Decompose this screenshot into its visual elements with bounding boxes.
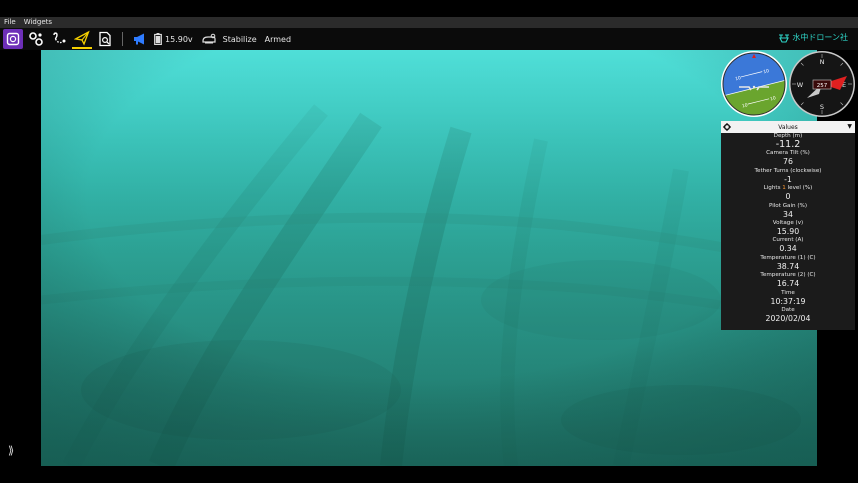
values-widget: Values ▼ Depth (m) -11.2 Camera Tilt (%) 7… [721, 121, 855, 330]
menu-widgets[interactable]: Widgets [24, 17, 52, 28]
flight-mode[interactable]: Stabilize [223, 35, 257, 44]
battery-icon[interactable] [153, 29, 163, 49]
qgc-window: File Widgets 15.90v Stabilize Armed 水中ドロ… [0, 0, 858, 483]
toolbar-separator [122, 32, 123, 46]
top-strip [0, 0, 858, 17]
values-widget-title: Values [778, 123, 798, 131]
value-item-temperature-2: Temperature (2) (C) 16.74 [760, 272, 816, 289]
value-item-date: Date 2020/02/04 [765, 306, 811, 323]
instrument-panel: 10 10 10 10 N S W E 257 [721, 50, 855, 120]
value-item-tether-turns: Tether Turns (clockwise) -1 [754, 167, 822, 184]
values-list: Depth (m) -11.2 Camera Tilt (%) 76 Tether … [721, 133, 855, 324]
brand-text: 水中ドローン社 [792, 33, 848, 42]
value-item-depth: Depth (m) -11.2 [773, 133, 803, 150]
heading-readout: 257 [817, 83, 828, 89]
value-item-temperature-1: Temperature (1) (C) 38.74 [760, 254, 816, 271]
chevron-down-icon[interactable]: ▼ [847, 121, 852, 133]
battery-voltage: 15.90v [165, 34, 193, 44]
drone-icon [779, 33, 790, 43]
megaphone-icon[interactable] [130, 29, 150, 49]
rov-icon[interactable] [199, 29, 219, 49]
menu-file[interactable]: File [4, 17, 16, 28]
analyze-icon[interactable] [95, 29, 115, 49]
value-item-current: Current (A) 0.34 [772, 237, 804, 254]
video-stream[interactable] [41, 50, 817, 466]
brand-logo: 水中ドローン社 [778, 32, 848, 43]
expand-panel-icon[interactable]: ⟫ [8, 444, 14, 457]
value-item-lights-level: Lights 1 level (%) 0 [763, 185, 813, 202]
menubar: File Widgets [0, 17, 858, 28]
value-item-camera-tilt: Camera Tilt (%) 76 [766, 150, 810, 167]
value-item-voltage: Voltage (v) 15.90 [772, 219, 804, 236]
compass: N S W E 257 [789, 51, 855, 117]
compass-s-label: S [820, 103, 824, 111]
compass-n-label: N [820, 58, 825, 66]
values-widget-header[interactable]: Values ▼ [721, 121, 855, 133]
compass-w-label: W [797, 81, 804, 89]
menu-icon[interactable] [3, 29, 23, 49]
toolbar: 15.90v Stabilize Armed 水中ドローン社 [0, 28, 858, 50]
plan-view-icon[interactable] [49, 29, 69, 49]
value-item-time: Time 10:37:19 [770, 289, 806, 306]
vehicle-setup-icon[interactable] [26, 29, 46, 49]
fly-view-icon[interactable] [72, 29, 92, 49]
armed-status[interactable]: Armed [265, 35, 291, 44]
seabed-video-frame [41, 50, 817, 466]
value-item-pilot-gain: Pilot Gain (%) 34 [768, 202, 808, 219]
